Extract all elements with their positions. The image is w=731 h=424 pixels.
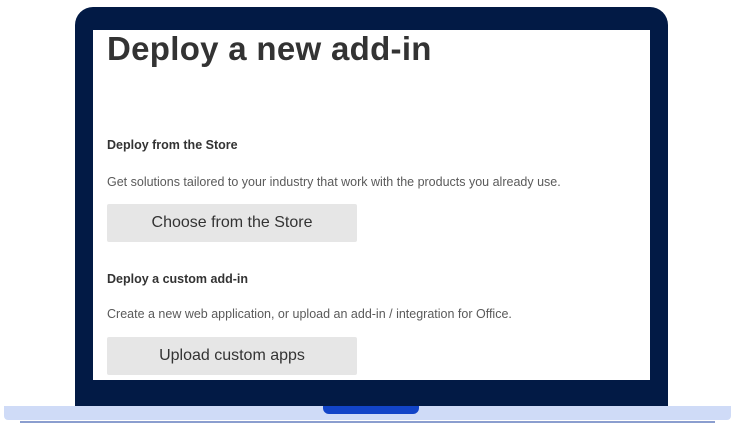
laptop-illustration: Deploy a new add-in Deploy from the Stor… [0, 0, 731, 424]
page-title: Deploy a new add-in [107, 30, 432, 67]
upload-custom-apps-button[interactable]: Upload custom apps [107, 337, 357, 375]
laptop-screen: Deploy a new add-in Deploy from the Stor… [93, 30, 650, 380]
laptop-base-shadow [20, 421, 715, 423]
custom-section-description: Create a new web application, or upload … [107, 307, 512, 321]
custom-section-heading: Deploy a custom add-in [107, 272, 248, 286]
choose-from-store-button[interactable]: Choose from the Store [107, 204, 357, 242]
store-section-description: Get solutions tailored to your industry … [107, 175, 561, 189]
store-section-heading: Deploy from the Store [107, 138, 238, 152]
laptop-notch [323, 406, 419, 414]
